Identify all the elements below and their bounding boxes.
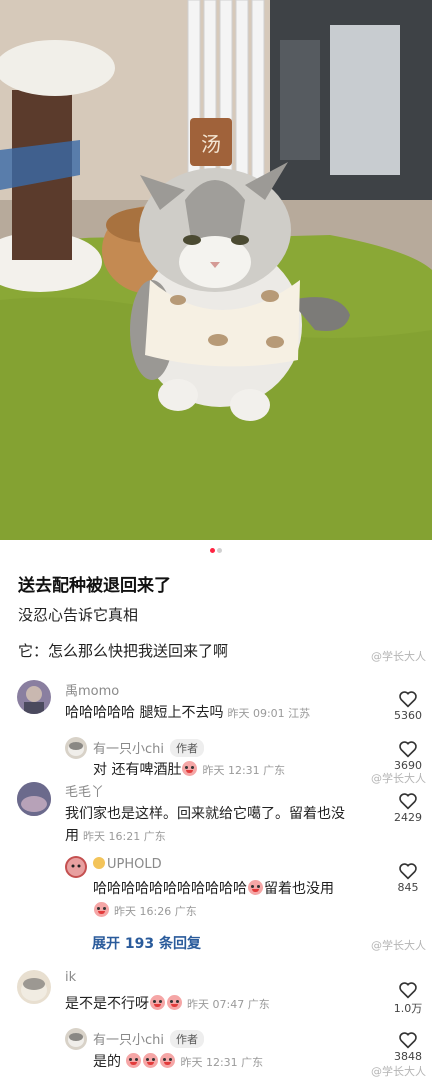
- reply-meta-row: 昨天 16:26 广东: [93, 900, 197, 923]
- reply-text: 是的 昨天 12:31 广东: [93, 1051, 263, 1074]
- like-button[interactable]: 1.0万: [388, 981, 428, 1016]
- reply-username[interactable]: UPHOLD: [107, 857, 162, 872]
- like-count: 845: [397, 881, 419, 894]
- laughing-emoji-icon: [182, 761, 198, 776]
- like-count: 1.0万: [393, 1002, 423, 1015]
- comment-meta: 昨天 09:01 江苏: [227, 707, 311, 720]
- comment-username[interactable]: ik: [65, 970, 76, 985]
- laughing-emoji-icon: [150, 995, 165, 1010]
- sign-text: 汤: [201, 132, 221, 156]
- avatar[interactable]: [65, 737, 87, 759]
- watermark: @学长大人: [371, 939, 426, 952]
- like-count: 5360: [394, 709, 422, 722]
- avatar[interactable]: [65, 856, 87, 878]
- author-badge: 作者: [170, 1030, 204, 1048]
- laughing-emoji-icon: [160, 1053, 176, 1068]
- like-button[interactable]: 3690: [388, 740, 428, 772]
- reply-body: 哈哈哈哈哈哈哈哈哈哈哈: [93, 881, 247, 897]
- like-button[interactable]: 845: [388, 862, 428, 894]
- like-button[interactable]: 2429: [388, 792, 428, 824]
- heart-icon: [399, 691, 417, 708]
- reply-username-row: UPHOLD: [93, 857, 162, 872]
- comment-body: 哈哈哈哈哈 腿短上不去吗: [65, 705, 224, 721]
- reply-username-row: 有一只小chi 作者: [93, 1029, 204, 1048]
- watermark: @学长大人: [371, 650, 426, 663]
- avatar[interactable]: [65, 1028, 87, 1050]
- comment-text: 哈哈哈哈哈 腿短上不去吗 昨天 09:01 江苏: [65, 702, 310, 725]
- post-photo[interactable]: 汤: [0, 0, 432, 540]
- avatar[interactable]: [17, 782, 51, 816]
- post-body-line: 没忍心告诉它真相: [18, 606, 139, 624]
- comment-text: 我们家也是这样。回来就给它噶了。留着也没: [65, 806, 345, 822]
- heart-icon: [399, 863, 417, 880]
- like-button[interactable]: 5360: [388, 690, 428, 722]
- post-body-line: 它：怎么那么快把我送回来了啊: [18, 642, 229, 660]
- heart-icon: [399, 741, 417, 758]
- reply-meta: 昨天 12:31 广东: [180, 1056, 264, 1069]
- reply-meta: 昨天 12:31 广东: [202, 764, 286, 777]
- avatar[interactable]: [17, 680, 51, 714]
- carousel-dot[interactable]: [217, 548, 222, 553]
- reply-body-after: 留着也没用: [264, 881, 334, 897]
- watermark: @学长大人: [371, 1065, 426, 1078]
- author-badge: 作者: [170, 739, 204, 757]
- reply-username-row: 有一只小chi 作者: [93, 738, 204, 757]
- comment-meta: 昨天 07:47 广东: [187, 998, 270, 1011]
- like-count: 2429: [394, 811, 422, 824]
- laughing-emoji-icon: [94, 902, 109, 917]
- comment-username[interactable]: 禹momo: [65, 680, 119, 699]
- carousel-indicator: [0, 548, 432, 556]
- comment-text: 是不是不行呀 昨天 07:47 广东: [65, 993, 270, 1016]
- laughing-emoji-icon: [167, 995, 182, 1010]
- reply-username[interactable]: 有一只小chi: [93, 1033, 164, 1048]
- comment-body: 用: [65, 828, 79, 844]
- watermark: @学长大人: [371, 772, 426, 785]
- reply-text: 对 还有啤酒肚 昨天 12:31 广东: [93, 759, 285, 782]
- reply-body: 是的: [93, 1054, 121, 1070]
- avatar[interactable]: [17, 970, 51, 1004]
- post-title: 送去配种被退回来了: [18, 576, 171, 596]
- heart-icon: [399, 982, 417, 999]
- heart-icon: [399, 793, 417, 810]
- like-button[interactable]: 3848: [388, 1031, 428, 1063]
- comment-text-cont: 用昨天 16:21 广东: [65, 825, 166, 848]
- comment-meta: 昨天 16:21 广东: [83, 830, 166, 843]
- reply-username[interactable]: 有一只小chi: [93, 742, 164, 757]
- like-count: 3848: [394, 1050, 422, 1063]
- laughing-emoji-icon: [126, 1053, 142, 1068]
- sun-badge-icon: [93, 857, 105, 869]
- heart-icon: [399, 1032, 417, 1049]
- laughing-emoji-icon: [248, 880, 263, 895]
- carousel-dot-active[interactable]: [210, 548, 215, 553]
- expand-replies-link[interactable]: 展开 193 条回复: [92, 933, 201, 953]
- reply-text: 哈哈哈哈哈哈哈哈哈哈哈 留着也没用: [93, 878, 334, 900]
- reply-body: 对 还有啤酒肚: [93, 762, 182, 778]
- like-count: 3690: [394, 759, 422, 772]
- reply-meta: 昨天 16:26 广东: [114, 905, 197, 918]
- comment-username[interactable]: 毛毛丫: [65, 781, 104, 800]
- laughing-emoji-icon: [143, 1053, 159, 1068]
- comment-body: 是不是不行呀: [65, 996, 149, 1012]
